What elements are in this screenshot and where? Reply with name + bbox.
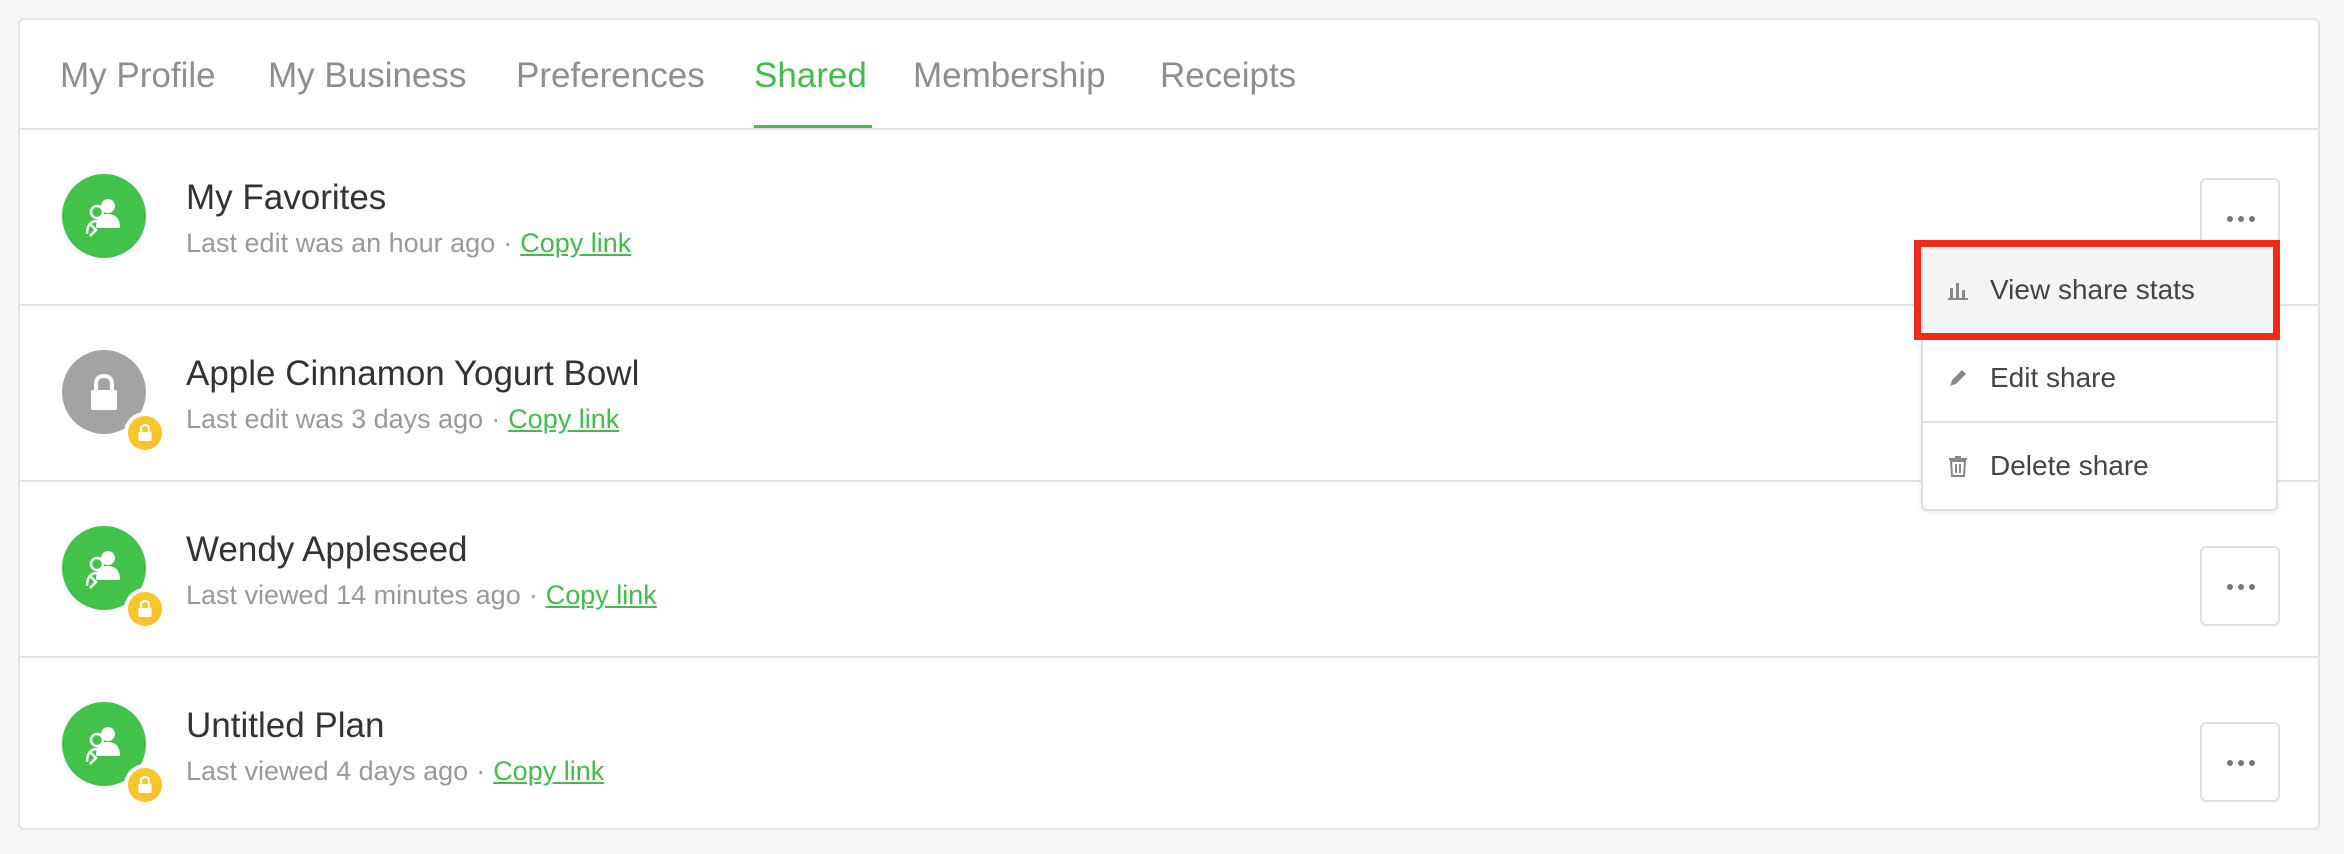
menu-item-delete-share[interactable]: Delete share: [1923, 423, 2276, 511]
share-title: My Favorites: [186, 178, 387, 217]
menu-item-edit-share[interactable]: Edit share: [1923, 335, 2276, 423]
share-avatar: [62, 350, 166, 454]
share-title: Wendy Appleseed: [186, 530, 468, 569]
lock-badge: [124, 588, 166, 630]
ellipsis-icon: [2227, 584, 2255, 590]
share-last-activity: Last viewed 14 minutes ago: [186, 580, 521, 610]
tab-my-profile[interactable]: My Profile: [60, 54, 216, 98]
menu-item-label: Edit share: [1990, 362, 2117, 393]
share-avatar: [62, 174, 146, 258]
lock-icon: [138, 599, 152, 617]
share-avatar: [62, 702, 166, 806]
lock-badge: [124, 764, 166, 806]
lock-icon: [138, 423, 152, 441]
copy-link[interactable]: Copy link: [520, 228, 631, 258]
copy-link[interactable]: Copy link: [508, 404, 619, 434]
share-title: Apple Cinnamon Yogurt Bowl: [186, 354, 640, 393]
ellipsis-icon: [2227, 760, 2255, 766]
trash-icon: [1949, 456, 1967, 477]
separator-dot: ·: [528, 580, 538, 610]
share-options-menu: View share stats Edit share Delete share: [1921, 245, 2278, 511]
lock-badge: [124, 412, 166, 454]
more-options-button[interactable]: [2200, 722, 2280, 802]
lock-icon: [138, 775, 152, 793]
copy-link[interactable]: Copy link: [493, 756, 604, 786]
people-icon: [85, 551, 120, 589]
copy-link[interactable]: Copy link: [546, 580, 657, 610]
menu-item-label: View share stats: [1990, 274, 2195, 305]
separator-dot: ·: [491, 404, 501, 434]
share-last-activity: Last edit was 3 days ago: [186, 404, 484, 434]
menu-item-view-share-stats[interactable]: View share stats: [1923, 247, 2276, 335]
menu-item-label: Delete share: [1990, 450, 2149, 481]
share-subtitle: Last viewed 14 minutes ago · Copy link: [186, 578, 657, 612]
share-last-activity: Last viewed 4 days ago: [186, 756, 469, 786]
pencil-icon: [1950, 370, 1966, 386]
tab-preferences[interactable]: Preferences: [516, 54, 705, 98]
share-title: Untitled Plan: [186, 706, 385, 745]
ellipsis-icon: [2227, 216, 2255, 222]
share-last-activity: Last edit was an hour ago: [186, 228, 496, 258]
tab-bar: My Profile My Business Preferences Share…: [20, 20, 2318, 130]
bar-chart-icon: [1948, 283, 1968, 300]
more-options-button[interactable]: [2200, 546, 2280, 626]
tab-my-business[interactable]: My Business: [268, 54, 466, 98]
tab-membership[interactable]: Membership: [913, 54, 1106, 98]
active-tab-indicator: [754, 125, 872, 128]
people-icon: [85, 727, 120, 765]
share-avatar: [62, 526, 166, 630]
share-row: Untitled Plan Last viewed 4 days ago · Cop…: [20, 658, 2318, 834]
lock-icon: [91, 373, 117, 410]
tab-receipts[interactable]: Receipts: [1160, 54, 1296, 98]
share-subtitle: Last viewed 4 days ago · Copy link: [186, 754, 604, 788]
people-icon: [85, 199, 120, 237]
separator-dot: ·: [503, 228, 513, 258]
separator-dot: ·: [476, 756, 486, 786]
share-subtitle: Last edit was 3 days ago · Copy link: [186, 402, 619, 436]
tab-shared[interactable]: Shared: [754, 54, 867, 98]
share-subtitle: Last edit was an hour ago · Copy link: [186, 226, 631, 260]
